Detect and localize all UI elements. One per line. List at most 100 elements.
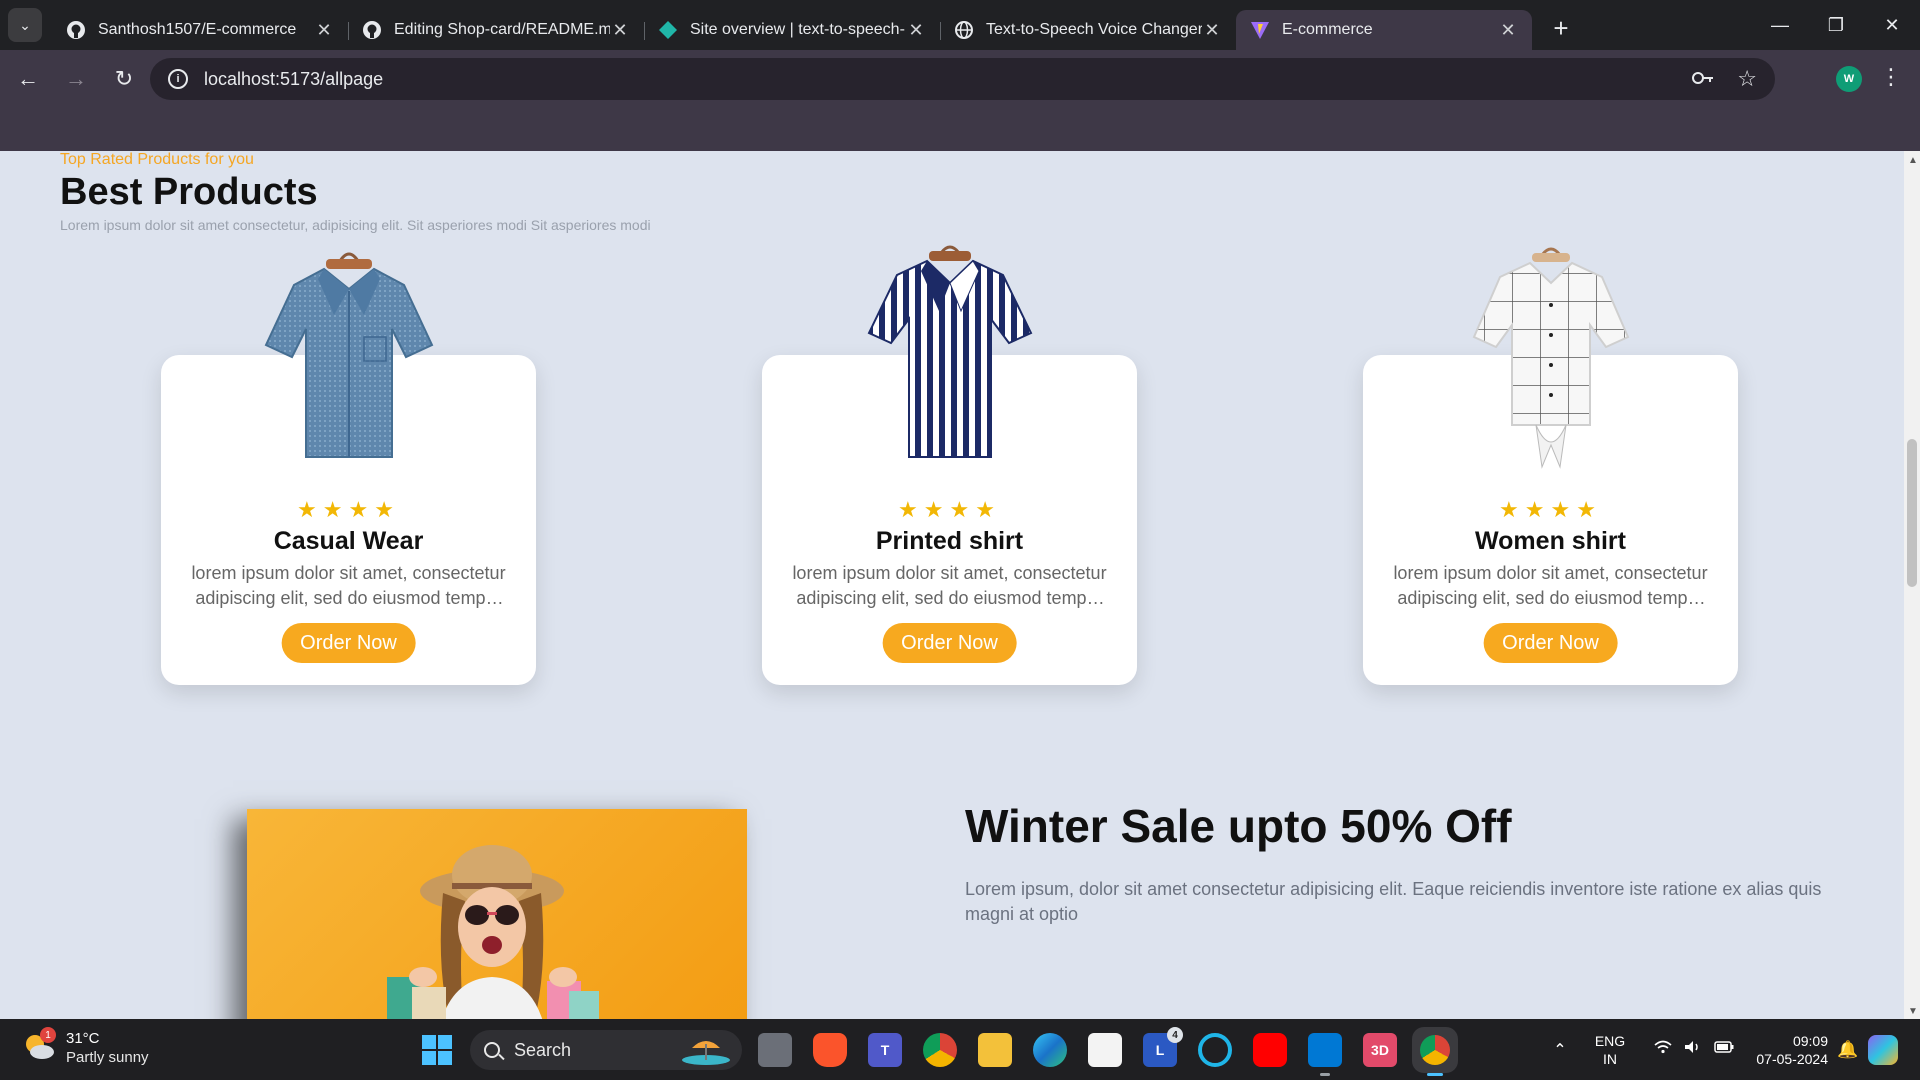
tab-tts-voice-changer[interactable]: Text-to-Speech Voice Changer ✕ <box>940 10 1236 50</box>
section-subtext: Lorem ipsum dolor sit amet consectetur, … <box>60 217 651 233</box>
weather-widget[interactable]: 1 31°C Partly sunny <box>22 1027 149 1068</box>
vscode-icon[interactable] <box>1308 1033 1342 1076</box>
battery-icon <box>1714 1040 1734 1059</box>
taskbar-pinned-apps: T L 4 3D <box>758 1027 1452 1076</box>
restore-icon[interactable]: ❐ <box>1808 0 1864 50</box>
tab-search-dropdown-button[interactable]: ⌄ <box>8 8 42 42</box>
copilot-icon[interactable] <box>1868 1034 1898 1065</box>
vite-icon <box>1250 20 1270 40</box>
close-icon[interactable]: ✕ <box>1498 20 1518 41</box>
reload-icon[interactable]: ↻ <box>104 59 144 99</box>
url-text[interactable]: localhost:5173/allpage <box>204 69 383 90</box>
chrome-profile-icon[interactable] <box>1418 1033 1452 1076</box>
tab-title: Santhosh1507/E-commerce <box>98 21 297 38</box>
tab-github-readme[interactable]: Editing Shop-card/README.md ✕ <box>348 10 644 50</box>
language-indicator[interactable]: ENG IN <box>1580 1032 1640 1068</box>
github-icon <box>362 20 382 40</box>
l-app-icon[interactable]: L 4 <box>1143 1027 1183 1067</box>
rating-stars: ★★★★ <box>1499 497 1602 522</box>
windows-taskbar: 1 31°C Partly sunny Search T L 4 3D ⌃ EN… <box>0 1019 1920 1080</box>
3d-viewer-icon[interactable]: 3D <box>1363 1033 1397 1067</box>
close-window-icon[interactable]: ✕ <box>1864 0 1920 50</box>
cortana-ring-icon[interactable] <box>1198 1033 1232 1067</box>
product-description: lorem ipsum dolor sit amet, consectetur … <box>792 563 1107 608</box>
tab-ecommerce-active[interactable]: E-commerce ✕ <box>1236 10 1532 50</box>
brave-browser-icon[interactable] <box>813 1033 847 1067</box>
browser-tab-strip: ⌄ Santhosh1507/E-commerce ✕ Editing Shop… <box>0 0 1920 50</box>
product-title: Printed shirt <box>875 527 1024 555</box>
page-scrollbar[interactable]: ▲ ▼ <box>1904 151 1920 1019</box>
scroll-up-arrow-icon[interactable]: ▲ <box>1908 155 1918 166</box>
profile-avatar[interactable]: W <box>1836 66 1862 92</box>
close-icon[interactable]: ✕ <box>314 20 334 41</box>
page-viewport: Top Rated Products for you Best Products… <box>0 151 1904 1019</box>
bookmark-star-icon[interactable]: ☆ <box>1737 66 1757 92</box>
order-now-button[interactable]: Order Now <box>1483 623 1618 663</box>
globe-icon <box>954 20 974 40</box>
weather-temperature: 31°C <box>66 1030 100 1047</box>
tab-title: Text-to-Speech Voice Changer <box>986 21 1202 38</box>
navy-striped-shirt-image <box>855 245 1045 475</box>
taskbar-search-box[interactable]: Search <box>470 1030 742 1070</box>
site-navbar-strip <box>0 108 1920 151</box>
weather-condition: Partly sunny <box>66 1049 149 1066</box>
section-eyebrow: Top Rated Products for you <box>60 151 254 168</box>
microsoft-store-icon[interactable] <box>1088 1033 1122 1067</box>
white-grid-tie-shirt-image <box>1456 245 1646 475</box>
back-arrow-icon[interactable]: ← <box>8 59 48 99</box>
browser-toolbar: ← → ↻ i localhost:5173/allpage ☆ W ⋮ <box>0 50 1920 108</box>
close-icon[interactable]: ✕ <box>1202 20 1222 41</box>
task-view-icon[interactable] <box>758 1033 792 1067</box>
tab-title: Editing Shop-card/README.md <box>394 21 610 38</box>
product-title: Casual Wear <box>273 527 424 555</box>
search-icon <box>484 1042 500 1058</box>
quick-settings[interactable] <box>1654 1040 1734 1059</box>
window-controls: — ❐ ✕ <box>1752 0 1920 50</box>
edge-icon[interactable] <box>1033 1033 1067 1067</box>
forward-arrow-icon[interactable]: → <box>56 59 96 99</box>
search-label: Search <box>514 1039 572 1060</box>
rating-stars: ★★★★ <box>297 497 400 522</box>
address-bar[interactable]: i localhost:5173/allpage ☆ <box>150 58 1775 100</box>
windows-start-icon[interactable] <box>422 1035 452 1065</box>
youtube-icon[interactable] <box>1253 1033 1287 1067</box>
product-card: ★★★★ Women shirt lorem ipsum dolor sit a… <box>1363 247 1738 685</box>
order-now-button[interactable]: Order Now <box>281 623 416 663</box>
region-code: IN <box>1603 1050 1617 1067</box>
password-key-icon[interactable] <box>1691 66 1715 92</box>
teams-icon[interactable]: T <box>868 1033 902 1067</box>
new-tab-button[interactable]: + <box>1546 13 1576 44</box>
product-description: lorem ipsum dolor sit amet, consectetur … <box>191 563 506 608</box>
scrollbar-thumb[interactable] <box>1907 439 1917 587</box>
scroll-down-arrow-icon[interactable]: ▼ <box>1908 1006 1918 1017</box>
language-code: ENG <box>1594 1032 1626 1049</box>
close-icon[interactable]: ✕ <box>906 20 926 41</box>
more-menu-icon[interactable]: ⋮ <box>1880 64 1902 90</box>
system-clock[interactable]: 09:09 07-05-2024 <box>1748 1032 1828 1068</box>
netlify-icon <box>658 20 678 40</box>
chrome-icon[interactable] <box>923 1033 957 1067</box>
search-highlight-icon <box>678 1034 734 1066</box>
notification-bell-icon[interactable]: 🔔 <box>1828 1040 1868 1060</box>
site-info-icon[interactable]: i <box>168 69 188 89</box>
github-icon <box>66 20 86 40</box>
sale-description: Lorem ipsum, dolor sit amet consectetur … <box>965 879 1822 924</box>
close-icon[interactable]: ✕ <box>610 20 630 41</box>
tab-title: E-commerce <box>1282 21 1373 38</box>
clock-date: 07-05-2024 <box>1756 1050 1828 1067</box>
minimize-icon[interactable]: — <box>1752 0 1808 50</box>
partly-sunny-icon: 1 <box>22 1027 56 1063</box>
tab-github-ecommerce[interactable]: Santhosh1507/E-commerce ✕ <box>52 10 348 50</box>
chevron-up-icon[interactable]: ⌃ <box>1540 1040 1580 1060</box>
blue-checked-shirt-image <box>254 245 444 475</box>
chevron-down-icon: ⌄ <box>19 16 31 33</box>
notification-badge: 1 <box>40 1027 56 1043</box>
tab-netlify-site-overview[interactable]: Site overview | text-to-speech- ✕ <box>644 10 940 50</box>
l-app-label: L <box>1155 1042 1165 1058</box>
order-now-button[interactable]: Order Now <box>882 623 1017 663</box>
system-tray: ⌃ ENG IN 09:09 07-05-2024 🔔 <box>1540 1019 1898 1080</box>
product-card: ★★★★ Printed shirt lorem ipsum dolor sit… <box>762 245 1137 685</box>
file-explorer-icon[interactable] <box>978 1033 1012 1067</box>
app-badge: 4 <box>1167 1027 1183 1043</box>
volume-icon <box>1684 1040 1702 1059</box>
